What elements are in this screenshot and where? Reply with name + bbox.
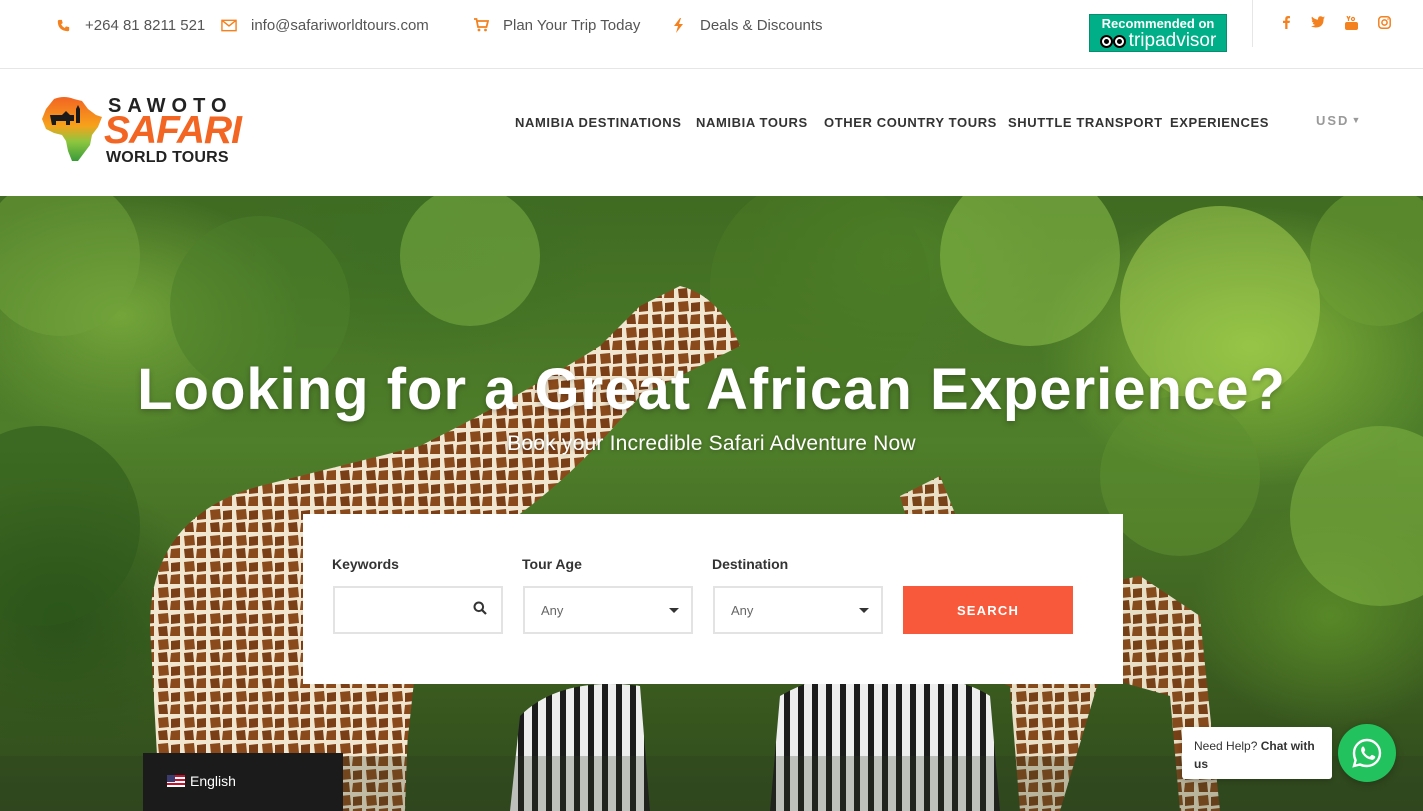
email-text: info@safariworldtours.com xyxy=(251,16,429,34)
youtube-icon[interactable] xyxy=(1343,15,1359,33)
tour-age-select[interactable]: Any xyxy=(523,586,693,634)
phone-text: +264 81 8211 521 xyxy=(85,16,206,34)
caret-down-icon: ▼ xyxy=(1351,115,1361,125)
site-logo[interactable]: SAWOTO SAFARI WORLD TOURS xyxy=(40,95,242,167)
destination-label: Destination xyxy=(712,556,789,572)
chat-prefix: Need Help? xyxy=(1194,739,1258,753)
keywords-input[interactable] xyxy=(333,586,503,634)
nav-experiences[interactable]: EXPERIENCES xyxy=(1170,115,1269,130)
divider xyxy=(1252,0,1253,47)
search-button[interactable]: SEARCH xyxy=(903,586,1073,634)
twitter-icon[interactable] xyxy=(1310,16,1326,31)
logo-line3: WORLD TOURS xyxy=(106,149,229,166)
destination-value: Any xyxy=(731,602,754,618)
keywords-label: Keywords xyxy=(332,556,399,572)
hero-title: Looking for a Great African Experience? xyxy=(137,357,1286,422)
tour-age-value: Any xyxy=(541,602,564,618)
instagram-icon[interactable] xyxy=(1376,16,1392,32)
language-switcher[interactable]: English xyxy=(143,753,343,811)
us-flag-icon xyxy=(167,775,185,787)
hero-subtitle: Book your Incredible Safari Adventure No… xyxy=(507,432,916,455)
tripadvisor-line2: tripadvisor xyxy=(1128,30,1217,51)
email-link[interactable]: info@safariworldtours.com xyxy=(221,15,429,35)
africa-map-icon xyxy=(42,97,102,161)
language-label: English xyxy=(190,773,236,789)
currency-selector[interactable]: USD ▼ xyxy=(1316,113,1360,128)
nav-other-country-tours[interactable]: OTHER COUNTRY TOURS xyxy=(824,115,997,130)
nav-namibia-tours[interactable]: NAMIBIA TOURS xyxy=(696,115,808,130)
destination-select[interactable]: Any xyxy=(713,586,883,634)
hero-banner: Looking for a Great African Experience? … xyxy=(0,196,1423,811)
plan-trip-text: Plan Your Trip Today xyxy=(503,16,641,34)
top-bar: +264 81 8211 521 info@safariworldtours.c… xyxy=(0,0,1423,69)
envelope-icon xyxy=(221,19,237,32)
main-header: SAWOTO SAFARI WORLD TOURS NAMIBIA DESTIN… xyxy=(0,69,1423,196)
facebook-icon[interactable] xyxy=(1278,16,1294,32)
caret-down-icon xyxy=(859,608,869,613)
whatsapp-icon xyxy=(1352,738,1382,768)
plan-trip-link[interactable]: Plan Your Trip Today xyxy=(473,15,640,35)
logo-line2: SAFARI xyxy=(104,109,242,152)
nav-namibia-destinations[interactable]: NAMIBIA DESTINATIONS xyxy=(515,115,682,130)
whatsapp-button[interactable] xyxy=(1338,724,1396,782)
tripadvisor-line1: Recommended on xyxy=(1101,16,1215,31)
nav-shuttle-transport[interactable]: SHUTTLE TRANSPORT xyxy=(1008,115,1163,130)
tour-search-form: Keywords Tour Age Any Destination Any SE… xyxy=(303,514,1123,684)
phone-icon xyxy=(55,19,71,32)
deals-link[interactable]: Deals & Discounts xyxy=(670,15,823,35)
tripadvisor-owl-icon xyxy=(1099,34,1126,48)
chat-prompt[interactable]: Need Help? Chat with us xyxy=(1182,727,1332,779)
tripadvisor-badge[interactable]: Recommended on tripadvisor xyxy=(1089,14,1227,52)
currency-value: USD xyxy=(1316,113,1350,128)
hero-background-image xyxy=(0,196,1423,811)
bolt-icon xyxy=(670,17,686,33)
tour-age-label: Tour Age xyxy=(522,556,582,572)
search-icon[interactable] xyxy=(473,601,487,618)
caret-down-icon xyxy=(669,608,679,613)
deals-text: Deals & Discounts xyxy=(700,16,823,34)
phone-link[interactable]: +264 81 8211 521 xyxy=(55,15,205,35)
cart-icon xyxy=(473,18,489,32)
